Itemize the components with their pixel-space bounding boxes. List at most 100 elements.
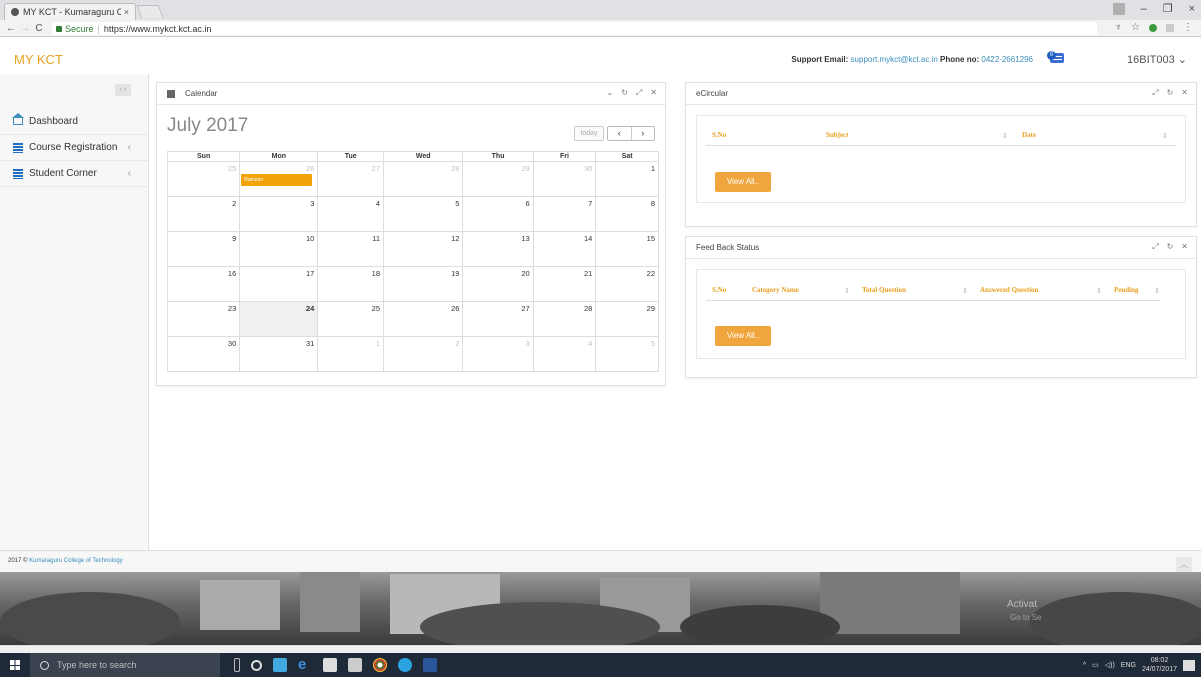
horizontal-scrollbar[interactable]	[0, 645, 1201, 653]
calendar-day-cell[interactable]: 1	[317, 336, 385, 372]
calendar-day-cell[interactable]: 23	[166, 301, 241, 337]
calendar-day-cell[interactable]: 30	[166, 336, 241, 372]
key-icon[interactable]: ♆	[1115, 22, 1123, 33]
edge-icon[interactable]: e	[298, 657, 312, 672]
calendar-day-cell[interactable]: 18	[317, 266, 385, 302]
calendar-day-cell[interactable]: 24	[239, 301, 319, 337]
sort-icon[interactable]: ⇕	[962, 287, 968, 295]
bag-icon[interactable]	[348, 658, 362, 672]
store-icon[interactable]	[323, 658, 337, 672]
fullscreen-icon[interactable]: ⤢	[636, 88, 642, 98]
sort-icon[interactable]: ⇕	[1096, 287, 1102, 295]
column-header-total-question[interactable]: Total Question	[862, 286, 906, 294]
calendar-day-cell[interactable]: 22	[595, 266, 659, 302]
ecircular-view-all-button[interactable]: View All..	[715, 172, 771, 192]
language-indicator[interactable]: ENG	[1121, 662, 1136, 669]
extension-gray-icon[interactable]	[1166, 23, 1174, 32]
calendar-day-cell[interactable]: 7	[532, 196, 597, 232]
close-icon[interactable]: ✕	[1181, 88, 1188, 98]
url-input[interactable]: Secure | https://www.mykct.kct.ac.in	[52, 22, 1097, 35]
refresh-icon[interactable]: ↻	[1167, 88, 1174, 98]
reload-icon[interactable]: C	[32, 23, 46, 34]
sort-icon[interactable]: ⇕	[1002, 132, 1008, 140]
sidebar-item-student-corner[interactable]: Student Corner ‹	[0, 161, 149, 187]
sidebar-item-dashboard[interactable]: Dashboard	[0, 109, 149, 135]
calendar-day-cell[interactable]: 17	[239, 266, 319, 302]
column-header-sno[interactable]: S.No	[712, 131, 726, 139]
calendar-event[interactable]: Ramzan	[241, 174, 313, 186]
extension-green-icon[interactable]	[1149, 23, 1157, 32]
microphone-icon[interactable]	[234, 658, 240, 672]
calendar-day-cell[interactable]: 9	[166, 231, 241, 267]
calendar-day-cell[interactable]: 14	[532, 231, 597, 267]
fullscreen-icon[interactable]: ⤢	[1152, 88, 1158, 98]
calendar-day-cell[interactable]: 11	[317, 231, 385, 267]
calendar-day-cell[interactable]: 28	[532, 301, 597, 337]
chrome-icon[interactable]	[373, 658, 387, 672]
menu-dots-icon[interactable]: ⋮	[1183, 22, 1193, 33]
new-tab-button[interactable]	[136, 5, 164, 18]
calendar-day-cell[interactable]: 4	[317, 196, 385, 232]
star-icon[interactable]: ☆	[1131, 22, 1140, 33]
account-icon[interactable]	[1112, 2, 1125, 15]
calendar-day-cell[interactable]: 31	[239, 336, 319, 372]
calendar-day-cell[interactable]: 26 Ramzan	[239, 161, 319, 197]
calendar-day-cell[interactable]: 5	[383, 196, 464, 232]
calendar-day-cell[interactable]: 16	[166, 266, 241, 302]
volume-icon[interactable]: ◁))	[1105, 661, 1115, 669]
sort-icon[interactable]: ⇕	[1154, 287, 1160, 295]
calendar-day-cell[interactable]: 29	[595, 301, 659, 337]
calendar-day-cell[interactable]: 6	[462, 196, 534, 232]
task-view-icon[interactable]	[251, 659, 262, 671]
calendar-day-cell[interactable]: 21	[532, 266, 597, 302]
collapse-icon[interactable]: ⌄	[606, 88, 613, 98]
word-icon[interactable]	[423, 658, 437, 672]
calendar-day-cell[interactable]: 13	[462, 231, 534, 267]
calendar-day-cell[interactable]: 2	[383, 336, 464, 372]
column-header-answered-question[interactable]: Answered Question	[980, 286, 1038, 294]
calendar-day-cell[interactable]: 3	[462, 336, 534, 372]
close-icon[interactable]: ✕	[650, 88, 657, 98]
close-icon[interactable]: ✕	[1181, 242, 1188, 252]
fullscreen-icon[interactable]: ⤢	[1152, 242, 1158, 252]
feedback-view-all-button[interactable]: View All..	[715, 326, 771, 346]
minimize-button[interactable]: –	[1141, 3, 1147, 15]
calendar-day-cell[interactable]: 30	[532, 161, 597, 197]
calendar-day-cell[interactable]: 10	[239, 231, 319, 267]
footer-org-link[interactable]: Kumaraguru College of Technology	[29, 558, 123, 564]
column-header-category-name[interactable]: Category Name	[752, 286, 799, 294]
calendar-day-cell[interactable]: 29	[462, 161, 534, 197]
calendar-day-cell[interactable]: 19	[383, 266, 464, 302]
column-header-subject[interactable]: Subject	[826, 131, 849, 139]
calendar-day-cell[interactable]: 26	[383, 301, 464, 337]
column-header-pending[interactable]: Pending	[1114, 286, 1139, 294]
prev-month-button[interactable]: ‹	[608, 127, 631, 140]
column-header-date[interactable]: Date	[1022, 131, 1036, 139]
maximize-button[interactable]: ❐	[1163, 2, 1173, 15]
calendar-day-cell[interactable]: 4	[532, 336, 597, 372]
forward-arrow-icon[interactable]: →	[18, 23, 32, 34]
browser-tab[interactable]: MY KCT - Kumaraguru C ×	[4, 3, 136, 20]
user-menu[interactable]: 16BIT003 ⌄	[1127, 53, 1187, 66]
calendar-day-cell[interactable]: 2	[166, 196, 241, 232]
calendar-day-cell[interactable]: 8	[595, 196, 659, 232]
calendar-day-cell[interactable]: 15	[595, 231, 659, 267]
scroll-top-button[interactable]: ︿	[1176, 557, 1192, 572]
refresh-icon[interactable]: ↻	[1167, 242, 1174, 252]
telegram-icon[interactable]	[398, 658, 412, 672]
today-button[interactable]: today	[574, 126, 604, 141]
support-email-link[interactable]: support.mykct@kct.ac.in	[851, 55, 938, 64]
calendar-day-cell[interactable]: 1	[595, 161, 659, 197]
calendar-day-cell[interactable]: 20	[462, 266, 534, 302]
calendar-day-cell[interactable]: 3	[239, 196, 319, 232]
calendar-day-cell[interactable]: 27	[317, 161, 385, 197]
calendar-day-cell[interactable]: 12	[383, 231, 464, 267]
brand-logo[interactable]: MY KCT	[14, 52, 63, 67]
network-icon[interactable]: ▭	[1092, 661, 1099, 669]
calendar-day-cell[interactable]: 27	[462, 301, 534, 337]
sort-icon[interactable]: ⇕	[844, 287, 850, 295]
next-month-button[interactable]: ›	[630, 127, 655, 140]
calendar-day-cell[interactable]: 28	[383, 161, 464, 197]
calendar-day-cell[interactable]: 25	[317, 301, 385, 337]
tab-close-icon[interactable]: ×	[124, 7, 129, 17]
